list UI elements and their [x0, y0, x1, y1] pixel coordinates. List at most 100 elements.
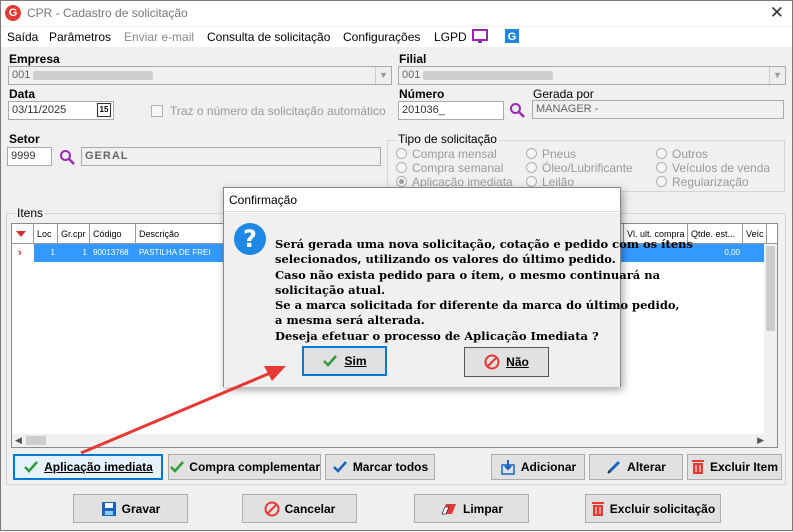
check-icon: [170, 461, 184, 473]
adicionar-button[interactable]: Adicionar: [491, 454, 585, 480]
filial-select[interactable]: 001 ▼: [398, 66, 786, 85]
main-window: G CPR - Cadastro de solicitação ✕ Saída …: [0, 0, 793, 531]
gerada-por-field: MANAGER -: [532, 100, 784, 119]
dialog-body: ? Será gerada uma nova solicitação, cota…: [224, 213, 693, 387]
radio-label: Compra mensal: [412, 147, 497, 161]
trash-icon: [691, 460, 704, 474]
cell-codigo: 90013768: [93, 248, 129, 257]
col-codigo[interactable]: Código: [90, 224, 136, 244]
nao-button[interactable]: Não: [464, 347, 549, 377]
excluir-item-button[interactable]: Excluir Item: [687, 454, 782, 480]
button-label: Não: [506, 355, 529, 369]
setor-code-field[interactable]: 9999: [7, 147, 52, 166]
question-icon: ?: [234, 223, 266, 255]
alterar-button[interactable]: Alterar: [589, 454, 683, 480]
col-grcpr[interactable]: Gr.cpr: [58, 224, 90, 244]
setor-name-value: GERAL: [85, 150, 129, 162]
vertical-scrollbar[interactable]: [764, 244, 777, 434]
calendar-icon[interactable]: 15: [97, 103, 111, 117]
button-label: Adicionar: [520, 460, 577, 474]
radio-label: Óleo/Lubrificante: [542, 161, 633, 175]
marcar-todos-button[interactable]: Marcar todos: [325, 454, 435, 480]
message-line: Se a marca solicitada for diferente da m…: [275, 298, 680, 313]
cell-qtde: 0,00: [724, 248, 740, 257]
button-label: Gravar: [121, 501, 161, 516]
button-label: Limpar: [462, 501, 503, 516]
numero-field[interactable]: 201036_: [398, 101, 504, 120]
app-g-icon[interactable]: G: [504, 28, 520, 44]
radio-icon: [396, 162, 407, 173]
itens-label: Itens: [15, 206, 46, 220]
auto-number-label: Traz o número da solicitação automático: [170, 104, 386, 118]
redacted-text: [33, 71, 153, 80]
auto-number-checkbox[interactable]: [151, 105, 163, 117]
menu-parametros[interactable]: Parâmetros: [49, 30, 111, 44]
cell-loc: 1: [50, 248, 55, 257]
setor-label: Setor: [9, 132, 40, 146]
radio-icon: [396, 176, 407, 187]
menu-configuracoes[interactable]: Configurações: [343, 30, 420, 44]
svg-text:G: G: [508, 31, 517, 43]
radio-label: Veículos de venda: [672, 161, 771, 175]
window-title: CPR - Cadastro de solicitação: [27, 6, 188, 20]
cancelar-button[interactable]: Cancelar: [242, 494, 357, 523]
check-icon: [24, 461, 39, 473]
col-veic[interactable]: Veíc: [743, 224, 767, 244]
menu-enviar-email[interactable]: Enviar e-mail: [124, 30, 194, 44]
radio-compra-semanal[interactable]: Compra semanal: [396, 161, 503, 175]
save-icon: [101, 501, 116, 516]
filial-label: Filial: [399, 52, 427, 66]
button-label: Marcar todos: [352, 460, 429, 474]
compra-complementar-button[interactable]: Compra complementar: [168, 454, 321, 480]
button-label: Aplicação imediata: [44, 460, 153, 474]
radio-label: Regularização: [672, 175, 749, 189]
scroll-left-icon[interactable]: ◀: [15, 435, 22, 446]
row-pointer-icon: ›: [12, 244, 34, 262]
sim-button[interactable]: Sim: [302, 346, 387, 376]
dialog-message: Será gerada uma nova solicitação, cotaçã…: [275, 237, 693, 344]
radio-outros[interactable]: Outros: [656, 147, 708, 161]
chevron-down-icon[interactable]: ▼: [375, 67, 391, 84]
search-icon[interactable]: [509, 102, 525, 118]
radio-icon: [526, 148, 537, 159]
menu-consulta-solicitacao[interactable]: Consulta de solicitação: [207, 30, 330, 44]
scroll-right-icon[interactable]: ▶: [757, 435, 764, 446]
search-icon[interactable]: [59, 149, 75, 165]
button-label: Compra complementar: [189, 460, 320, 474]
radio-icon: [396, 148, 407, 159]
empresa-select[interactable]: 001 ▼: [8, 66, 392, 85]
monitor-icon[interactable]: [472, 29, 488, 44]
message-line: Caso não exista pedido para o ítem, o me…: [275, 267, 661, 282]
excluir-solicitacao-button[interactable]: Excluir solicitação: [585, 494, 721, 523]
radio-oleo-lubrificante[interactable]: Óleo/Lubrificante: [526, 161, 633, 175]
confirmation-dialog: Confirmação ? Será gerada uma nova solic…: [223, 187, 693, 387]
chevron-down-icon[interactable]: ▼: [769, 67, 785, 84]
eraser-icon: [441, 503, 456, 514]
radio-veiculos-venda[interactable]: Veículos de venda: [656, 161, 770, 175]
app-logo-icon: G: [5, 5, 21, 21]
gravar-button[interactable]: Gravar: [73, 494, 188, 523]
radio-regularizacao[interactable]: Regularização: [656, 175, 749, 189]
col-qtde-est[interactable]: Qtde. est...: [688, 224, 743, 244]
scroll-thumb[interactable]: [766, 246, 775, 331]
menu-saida[interactable]: Saída: [7, 30, 38, 44]
menu-lgpd[interactable]: LGPD: [434, 30, 467, 44]
radio-icon: [526, 162, 537, 173]
radio-compra-mensal[interactable]: Compra mensal: [396, 147, 497, 161]
cancel-icon: [484, 354, 500, 370]
empresa-label: Empresa: [9, 52, 60, 66]
horizontal-scrollbar[interactable]: ◀ ▶: [12, 434, 777, 447]
check-icon: [323, 355, 338, 367]
aplicacao-imediata-button[interactable]: Aplicação imediata: [13, 454, 163, 480]
limpar-button[interactable]: Limpar: [414, 494, 529, 523]
radio-pneus[interactable]: Pneus: [526, 147, 576, 161]
close-window-button[interactable]: ✕: [770, 3, 784, 23]
radio-label: Compra semanal: [412, 161, 504, 175]
check-icon: [332, 461, 347, 473]
scroll-thumb[interactable]: [26, 436, 46, 445]
radio-label: Pneus: [542, 147, 577, 161]
radio-icon: [656, 176, 667, 187]
sort-indicator-icon[interactable]: [12, 224, 34, 244]
setor-name-field: GERAL: [81, 147, 381, 166]
col-loc[interactable]: Loc: [34, 224, 58, 244]
